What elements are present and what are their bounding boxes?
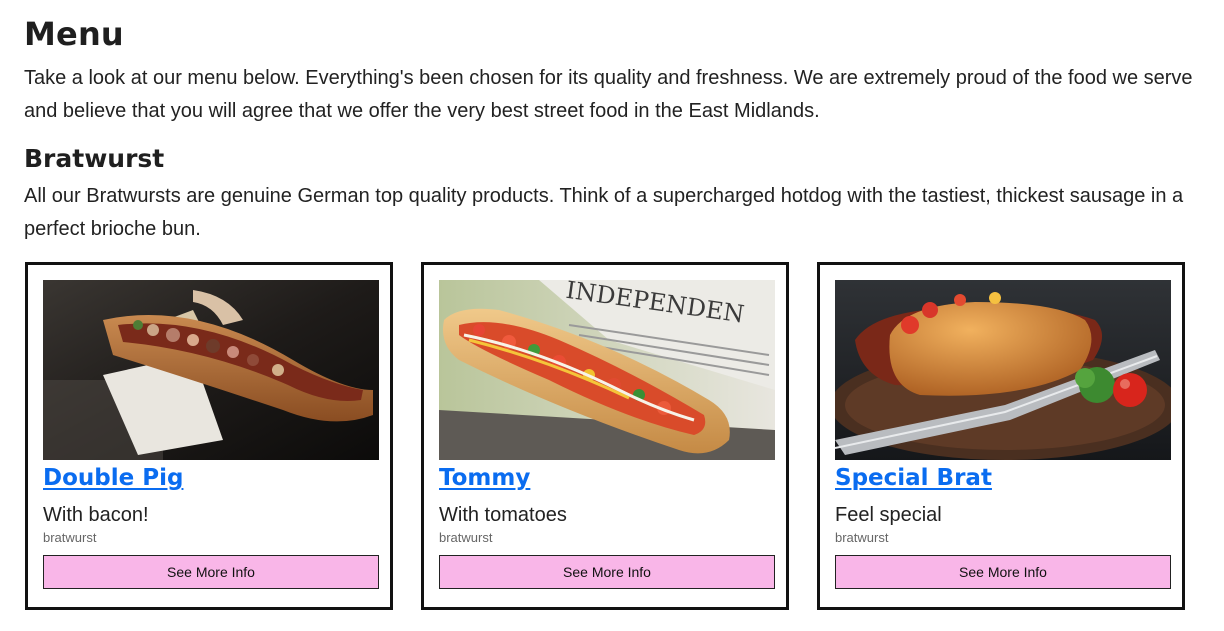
hotdog-with-tomatoes-photo: INDEPENDEN [439, 280, 775, 460]
card-description: Feel special [835, 504, 942, 526]
card-category: bratwurst [835, 530, 889, 545]
card-category: bratwurst [43, 530, 97, 545]
section-title-bratwurst: Bratwurst [24, 144, 165, 173]
card-title-link[interactable]: Tommy [439, 461, 530, 495]
menu-card-double-pig: Double Pig With bacon! bratwurst See Mor… [25, 262, 393, 610]
section-description: All our Bratwursts are genuine German to… [24, 185, 1184, 240]
bratwurst-with-fork-photo [835, 280, 1171, 460]
card-description: With bacon! [43, 504, 149, 526]
card-title-link[interactable]: Double Pig [43, 461, 183, 495]
card-description: With tomatoes [439, 504, 567, 526]
page-title: Menu [24, 15, 124, 53]
hotdog-with-bacon-photo [43, 280, 379, 460]
card-title-link[interactable]: Special Brat [835, 461, 992, 495]
see-more-info-button[interactable]: See More Info [835, 555, 1171, 589]
menu-card-tommy: INDEPENDEN Tommy With tomatoes bratwurst… [421, 262, 789, 610]
menu-intro-text: Take a look at our menu below. Everythin… [24, 67, 1193, 122]
see-more-info-button[interactable]: See More Info [439, 555, 775, 589]
menu-card-grid: Double Pig With bacon! bratwurst See Mor… [24, 262, 1200, 614]
see-more-info-button[interactable]: See More Info [43, 555, 379, 589]
menu-card-special-brat: Special Brat Feel special bratwurst See … [817, 262, 1185, 610]
menu-page: Menu Take a look at our menu below. Ever… [24, 12, 1200, 246]
card-category: bratwurst [439, 530, 493, 545]
